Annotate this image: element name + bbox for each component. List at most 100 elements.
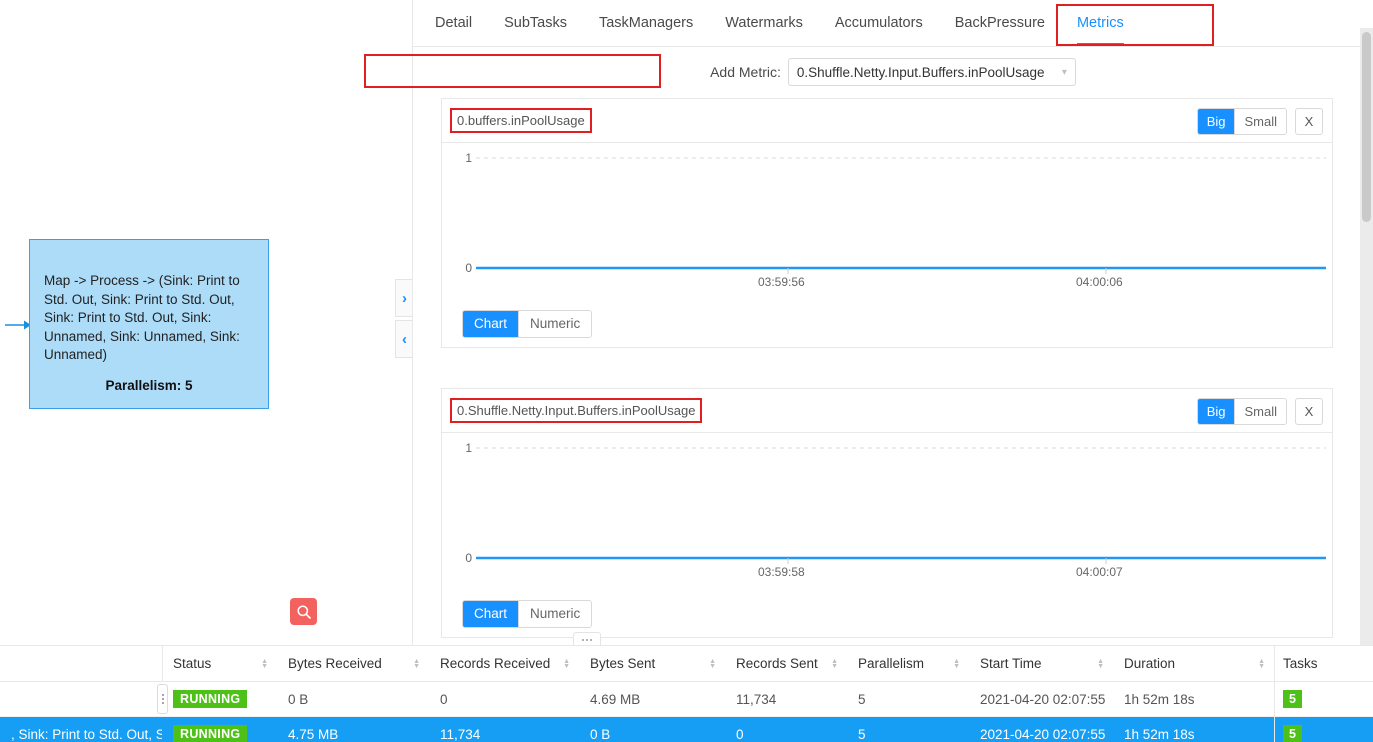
close-metric-button[interactable]: X [1295, 398, 1323, 425]
tab-label: Metrics [1076, 15, 1124, 31]
col-header-records-sent[interactable]: Records Sent ▲ ▼ [725, 646, 847, 681]
metrics-content-panel: Detail SubTasks TaskManagers Watermarks … [413, 0, 1373, 645]
col-header-label: Bytes Received [288, 656, 382, 671]
handle-dot [161, 694, 164, 696]
cell-status: RUNNING [162, 717, 277, 742]
vertical-scrollbar-thumb[interactable] [1362, 32, 1371, 222]
sort-icon[interactable]: ▲ ▼ [709, 658, 716, 670]
close-metric-button[interactable]: X [1295, 108, 1323, 135]
status-badge: RUNNING [173, 725, 248, 742]
sort-icon[interactable]: ▲ ▼ [563, 658, 570, 670]
collapse-graph-button[interactable]: ‹ [395, 320, 413, 358]
y-tick-label: 1 [465, 441, 472, 455]
status-badge: RUNNING [173, 690, 248, 708]
cell-records-received: 0 [440, 691, 448, 707]
size-toggle-group[interactable]: Big Small [1196, 108, 1287, 135]
x-tick-label: 04:00:07 [1076, 565, 1123, 579]
cell-records-received: 11,734 [440, 726, 481, 742]
mode-toggle-group[interactable]: Chart Numeric [462, 600, 593, 628]
mode-numeric-button[interactable]: Numeric [518, 601, 592, 627]
chevron-right-icon: › [402, 289, 407, 307]
tab-taskmanagers[interactable]: TaskManagers [583, 0, 709, 46]
cell-bytes-sent: 4.69 MB [590, 691, 641, 707]
cell-parallelism: 5 [858, 691, 866, 707]
chart-mode-toggle: Chart Numeric [462, 310, 593, 338]
tab-watermarks[interactable]: Watermarks [709, 0, 819, 46]
expand-graph-button[interactable]: › [395, 279, 413, 317]
tab-label: Detail [435, 15, 473, 31]
cell-duration: 1h 52m 18s [1124, 726, 1195, 742]
tab-subtasks[interactable]: SubTasks [488, 0, 583, 46]
metric-card-actions: Big Small X [1196, 108, 1323, 135]
col-header-label: Status [173, 656, 212, 671]
cell-records-sent: 0 [736, 726, 744, 742]
x-tick-label: 03:59:56 [758, 275, 805, 289]
cell-tasks: 5 [1274, 717, 1373, 742]
col-header-tasks[interactable]: Tasks [1274, 646, 1373, 681]
subtasks-table: Status ▲ ▼ Bytes Received ▲ ▼ Records Rece… [0, 645, 1373, 742]
search-icon [296, 604, 311, 619]
node-label: Map -> Process -> (Sink: Print to Std. O… [44, 273, 240, 362]
add-metric-select[interactable]: 0.Shuffle.Netty.Input.Buffers.inPoolUsag… [787, 58, 1076, 86]
col-header-label: Start Time [980, 656, 1042, 671]
sort-icon[interactable]: ▲ ▼ [1258, 658, 1265, 670]
tab-backpressure[interactable]: BackPressure [939, 0, 1061, 46]
mode-chart-button[interactable]: Chart [463, 601, 519, 627]
incoming-edge-arrow [5, 320, 31, 330]
mode-chart-button[interactable]: Chart [463, 311, 519, 337]
sort-icon[interactable]: ▲ ▼ [413, 658, 420, 670]
cell-name [0, 682, 162, 716]
job-graph-panel[interactable]: Map -> Process -> (Sink: Print to Std. O… [0, 0, 413, 645]
detail-tabbar[interactable]: Detail SubTasks TaskManagers Watermarks … [413, 0, 1373, 47]
job-graph-node[interactable]: Map -> Process -> (Sink: Print to Std. O… [29, 239, 269, 409]
cell-tasks: 5 [1274, 682, 1373, 716]
x-tick-label: 04:00:06 [1076, 275, 1123, 289]
mode-numeric-button[interactable]: Numeric [518, 311, 592, 337]
tab-label: SubTasks [504, 15, 567, 31]
size-small-button[interactable]: Small [1234, 109, 1286, 134]
tasks-badge: 5 [1283, 725, 1302, 742]
cell-duration: 1h 52m 18s [1124, 691, 1195, 707]
metric-card-header: 0.buffers.inPoolUsage Big Small X [442, 99, 1332, 143]
table-column-resize-handle[interactable] [157, 684, 168, 714]
size-big-button[interactable]: Big [1197, 399, 1235, 424]
metric-card-title: 0.buffers.inPoolUsage [450, 108, 592, 133]
size-small-button[interactable]: Small [1234, 399, 1286, 424]
chart-mode-toggle: Chart Numeric [462, 600, 593, 628]
sort-icon[interactable]: ▲ ▼ [831, 658, 838, 670]
col-header-duration[interactable]: Duration ▲ ▼ [1113, 646, 1274, 681]
sort-icon[interactable]: ▲ ▼ [1097, 658, 1104, 670]
handle-dot [590, 638, 592, 641]
metric-card: 0.Shuffle.Netty.Input.Buffers.inPoolUsag… [441, 388, 1333, 638]
graph-search-button[interactable] [290, 598, 317, 625]
col-header-status[interactable]: Status ▲ ▼ [162, 646, 277, 681]
tab-detail[interactable]: Detail [419, 0, 488, 46]
tab-accumulators[interactable]: Accumulators [819, 0, 939, 46]
size-toggle-group[interactable]: Big Small [1196, 398, 1287, 425]
mode-toggle-group[interactable]: Chart Numeric [462, 310, 593, 338]
handle-dot [161, 698, 164, 700]
table-row[interactable]: , Sink: Print to Std. Out, Sink... RUNNI… [0, 717, 1373, 742]
col-header-records-received[interactable]: Records Received ▲ ▼ [429, 646, 579, 681]
metric-card-body: 1 0 03:59:56 04:00:06 Chart Numeric [442, 143, 1332, 348]
handle-dot [161, 702, 164, 704]
cell-start-time: 2021-04-20 02:07:55 [980, 691, 1106, 707]
size-big-button[interactable]: Big [1197, 109, 1235, 134]
cell-bytes-sent: 0 B [590, 726, 611, 742]
col-header-label: Bytes Sent [590, 656, 656, 671]
cell-name: , Sink: Print to Std. Out, Sink... [11, 726, 162, 742]
sort-icon[interactable]: ▲ ▼ [953, 658, 960, 670]
col-header-start-time[interactable]: Start Time ▲ ▼ [969, 646, 1113, 681]
tab-metrics[interactable]: Metrics [1061, 0, 1140, 46]
col-header-bytes-sent[interactable]: Bytes Sent ▲ ▼ [579, 646, 725, 681]
cell-bytes-received: 0 B [288, 691, 309, 707]
tab-label: Watermarks [725, 15, 803, 31]
add-metric-row: Add Metric: 0.Shuffle.Netty.Input.Buffer… [413, 47, 1373, 97]
col-header-parallelism[interactable]: Parallelism ▲ ▼ [847, 646, 969, 681]
chevron-down-icon: ▾ [1061, 66, 1067, 78]
tab-label: BackPressure [954, 15, 1045, 31]
tab-label: TaskManagers [598, 15, 694, 31]
sort-icon[interactable]: ▲ ▼ [261, 658, 268, 670]
table-row[interactable]: RUNNING 0 B 0 4.69 MB 11,734 5 2021-04-2… [0, 682, 1373, 717]
col-header-bytes-received[interactable]: Bytes Received ▲ ▼ [277, 646, 429, 681]
